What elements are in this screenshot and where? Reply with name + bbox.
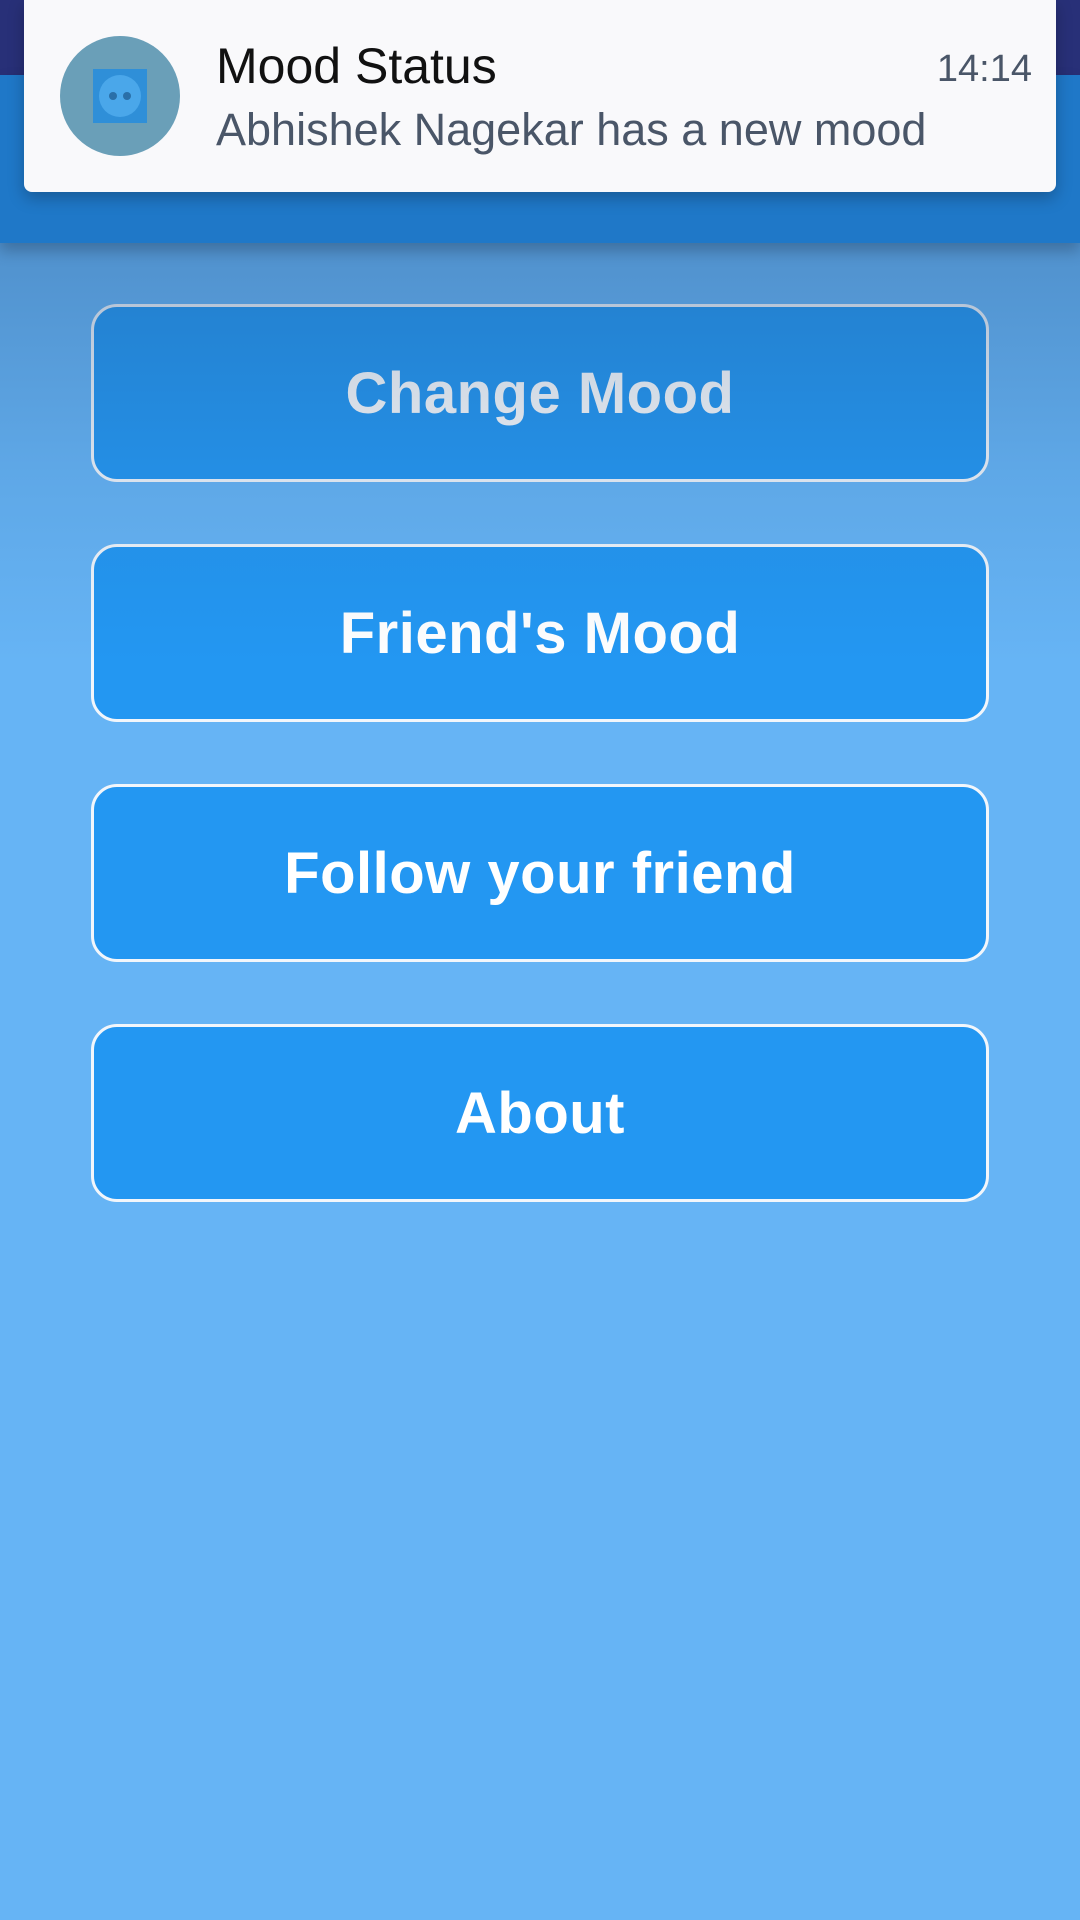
notification-message: Abhishek Nagekar has a new mood <box>216 104 927 155</box>
right-eye-icon <box>123 92 131 100</box>
app-icon-square <box>93 69 147 123</box>
left-eye-icon <box>109 92 117 100</box>
face-icon <box>99 75 141 117</box>
follow-friend-button[interactable]: Follow your friend <box>91 784 989 962</box>
main-menu: Change Mood Friend's Mood Follow your fr… <box>91 304 989 1264</box>
notification-title: Mood Status <box>216 38 497 94</box>
notification-time: 14:14 <box>936 48 1032 90</box>
mood-face-icon <box>60 36 180 156</box>
change-mood-button[interactable]: Change Mood <box>91 304 989 482</box>
about-button[interactable]: About <box>91 1024 989 1202</box>
notification-card[interactable]: Mood Status Abhishek Nagekar has a new m… <box>24 0 1056 192</box>
friends-mood-button[interactable]: Friend's Mood <box>91 544 989 722</box>
